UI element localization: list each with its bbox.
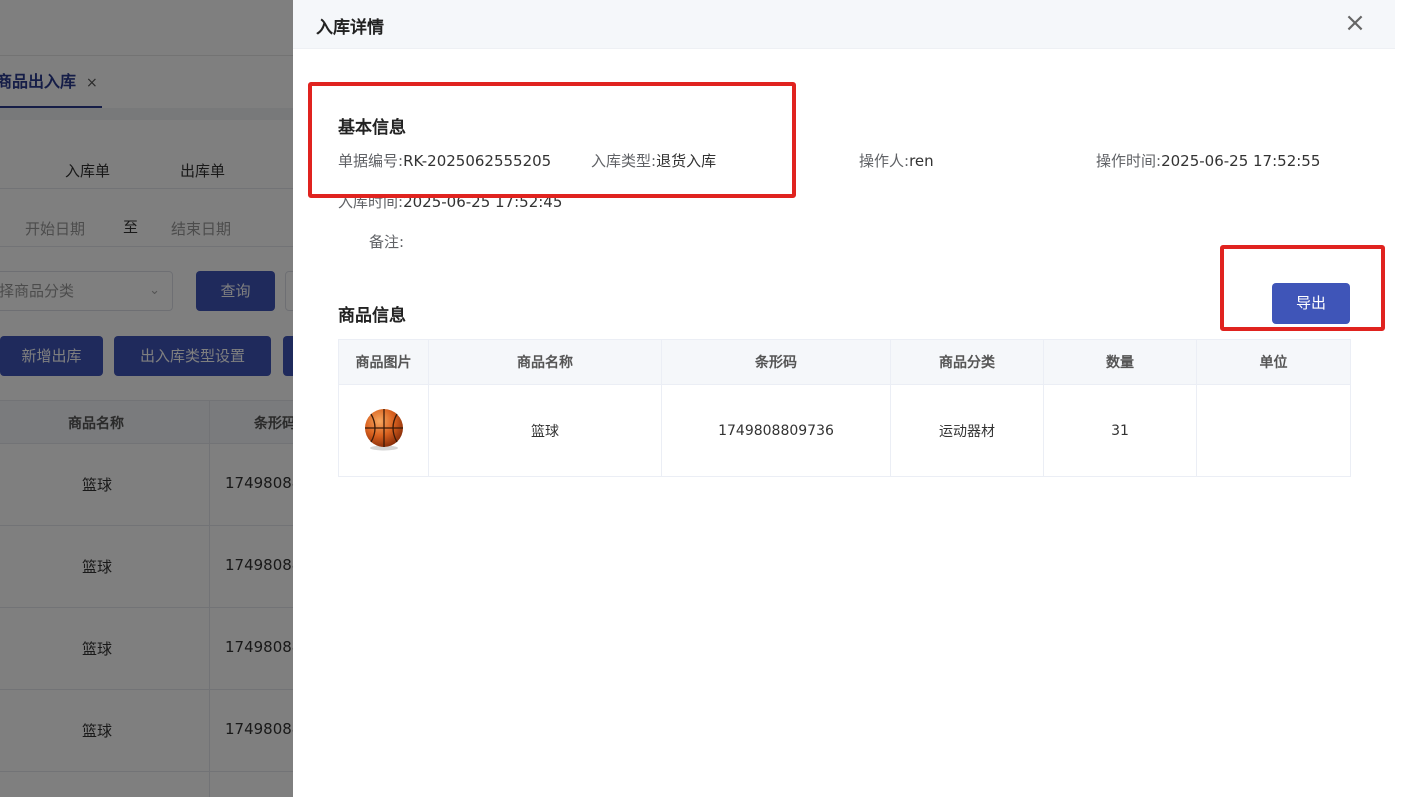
goods-table-header: 商品图片 商品名称 条形码 商品分类 数量 单位 bbox=[338, 339, 1351, 385]
operation-time-label: 操作时间: bbox=[1096, 152, 1162, 170]
drawer-header: 入库详情 × bbox=[293, 0, 1395, 49]
table-row: 篮球 1749808809736 运动器材 31 bbox=[338, 384, 1351, 477]
cell-unit bbox=[1196, 384, 1351, 477]
close-icon[interactable]: × bbox=[1342, 8, 1368, 38]
operation-time-value: 2025-06-25 17:52:55 bbox=[1161, 152, 1321, 170]
drawer-scroll-gutter bbox=[1395, 0, 1417, 797]
highlight-box-export bbox=[1220, 245, 1385, 331]
column-header-name: 商品名称 bbox=[428, 339, 662, 385]
operation-time-field: 操作时间:2025-06-25 17:52:55 bbox=[1096, 150, 1320, 171]
operator-field: 操作人:ren bbox=[859, 150, 934, 171]
basketball-icon bbox=[364, 408, 403, 450]
column-header-unit: 单位 bbox=[1196, 339, 1351, 385]
cell-name: 篮球 bbox=[428, 384, 662, 477]
highlight-box-basic-info bbox=[308, 82, 796, 198]
drawer-title: 入库详情 bbox=[316, 18, 384, 38]
remark-field: 备注: bbox=[369, 231, 404, 252]
cell-quantity: 31 bbox=[1043, 384, 1197, 477]
cell-image bbox=[338, 384, 429, 477]
operator-label: 操作人: bbox=[859, 152, 910, 170]
column-header-quantity: 数量 bbox=[1043, 339, 1197, 385]
column-header-barcode: 条形码 bbox=[661, 339, 891, 385]
remark-label: 备注: bbox=[369, 233, 405, 251]
goods-table: 商品图片 商品名称 条形码 商品分类 数量 单位 篮球 174980880973… bbox=[338, 339, 1351, 477]
column-header-image: 商品图片 bbox=[338, 339, 429, 385]
cell-barcode: 1749808809736 bbox=[661, 384, 891, 477]
goods-info-title: 商品信息 bbox=[338, 306, 406, 326]
operator-value: ren bbox=[909, 152, 934, 170]
inbound-detail-drawer: 入库详情 × 基本信息 单据编号:RK-2025062555205 入库类型:退… bbox=[293, 0, 1395, 797]
column-header-category: 商品分类 bbox=[890, 339, 1044, 385]
cell-category: 运动器材 bbox=[890, 384, 1044, 477]
